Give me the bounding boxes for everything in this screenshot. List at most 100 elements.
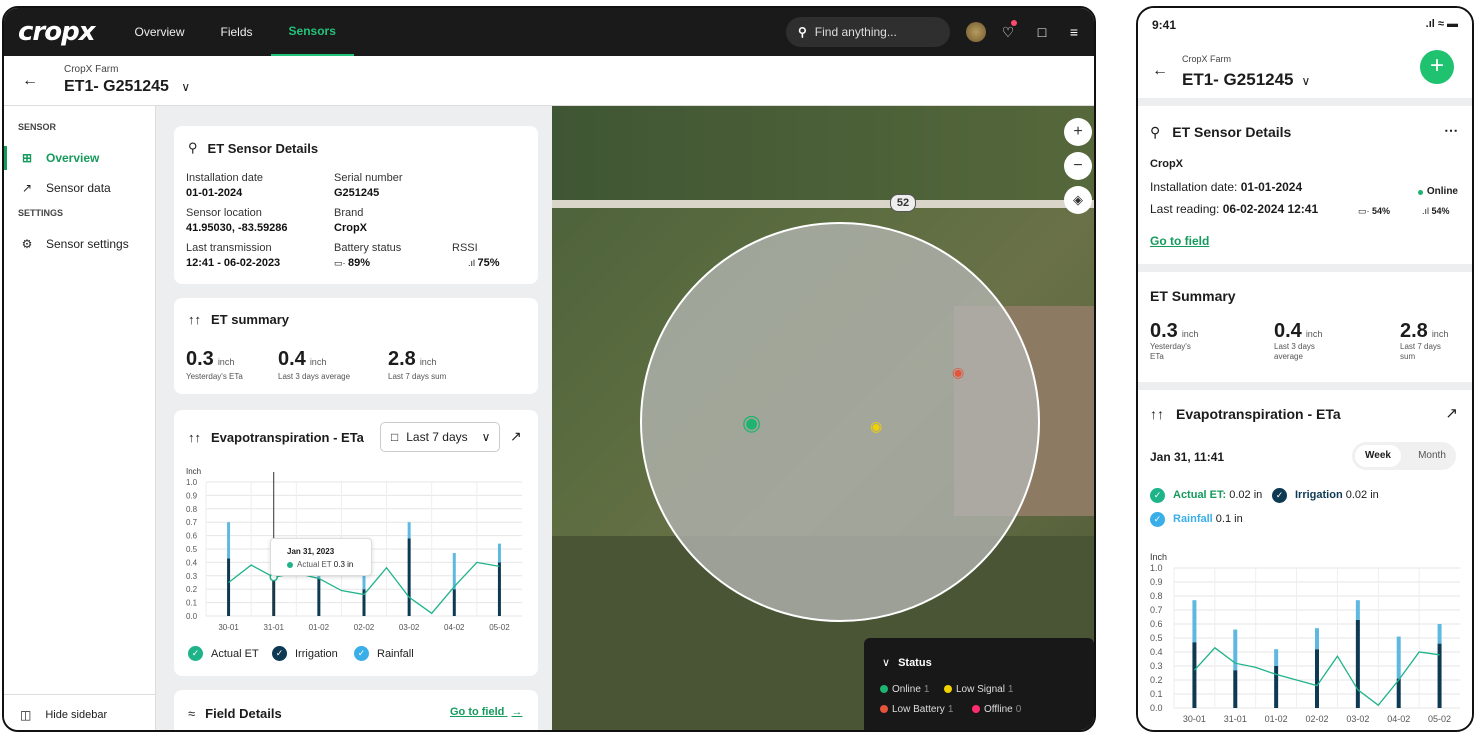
more-options-icon[interactable]: ⋯ [1444,122,1458,139]
range-dropdown[interactable]: □ Last 7 days ∨ [380,422,500,452]
status-online: Online 1 [880,684,929,695]
notification-dot [1011,20,1017,26]
month-button[interactable]: Month [1412,445,1452,467]
go-to-field-link[interactable]: Go to field [1150,234,1209,248]
status-count: 1 [1007,684,1014,695]
legend-label: Irrigation [1295,489,1343,501]
breadcrumb-farm[interactable]: CropX Farm [64,64,118,75]
menu-icon[interactable]: ≡ [1064,22,1084,42]
legend-rainfall[interactable]: ✓ Rainfall [340,646,414,661]
et-sensor-details-card: ⚲ ET Sensor Details Installation date 01-… [174,126,538,284]
nav-sensors[interactable]: Sensors [270,8,354,56]
battery-value: 89% [348,257,371,269]
arrow-right-icon: → [511,706,523,718]
legend-actual-et[interactable]: ✓ Actual ET [174,646,259,661]
sidebar-item-label: Overview [46,151,100,165]
week-button[interactable]: Week [1355,445,1401,467]
external-link-icon[interactable]: ↗ [510,428,522,445]
irrigation-bar [317,578,321,616]
actual-et-legend[interactable]: ✓ Actual ET: 0.02 in [1150,488,1262,503]
y-tick-label: 0.0 [1150,703,1163,713]
x-tick-label: 31-01 [1224,714,1247,724]
irrigation-bar [407,538,411,616]
sidebar-item-overview[interactable]: ⊞ Overview [4,146,156,170]
go-to-field-link[interactable]: Go to field → [450,706,522,718]
legend-irrigation[interactable]: ✓ Irrigation [258,646,338,661]
card-title-text: Evapotranspiration - ETa [211,430,364,445]
status-count: 1 [923,684,930,695]
y-tick-label: 0.2 [1150,675,1163,685]
cropx-logo[interactable]: cropx [18,17,95,47]
hide-sidebar-button[interactable]: ◫ Hide sidebar [4,694,156,730]
zoom-in-button[interactable]: + [1064,118,1092,146]
location-label: Sensor location [186,207,262,219]
notification-bell-icon[interactable]: ♡ [998,20,1018,42]
status-low-battery: Low Battery 1 [880,704,953,715]
summary-caption: Last 7 days sum [388,372,447,381]
nav-fields[interactable]: Fields [203,8,271,56]
page-header: ← CropX Farm ET1- G251245 ∨ [4,56,1094,106]
sidebar-item-sensor-data[interactable]: ↗ Sensor data [4,176,156,200]
status-title: Status [898,657,932,669]
status-legend: ∨ Status Online 1 Low Signal 1 Low Battery 1… [864,638,1094,730]
back-arrow-icon[interactable]: ← [22,72,38,90]
installation-value: 01-01-2024 [1240,180,1303,194]
sensor-title: ET1- G251245 [1182,70,1294,89]
hide-sidebar-label: Hide sidebar [45,708,108,721]
back-arrow-icon[interactable]: ← [1152,62,1168,80]
nav-overview[interactable]: Overview [116,8,202,56]
check-icon: ✓ [272,646,287,661]
et-summary-card: ↑↑ ET summary 0.3 inch Yesterday's ETa 0.4… [174,298,538,394]
irrigation-bar [1315,649,1319,708]
status-dot [944,685,952,693]
sensor-selector[interactable]: ET1- G251245 ∨ [64,78,190,96]
sensor-selector[interactable]: ET1- G251245 ∨ [1182,70,1310,90]
zoom-out-button[interactable]: − [1064,152,1092,180]
pivot-field-circle[interactable] [640,222,1040,622]
x-tick-label: 01-02 [309,623,330,632]
rainfall-legend[interactable]: ✓ Rainfall 0.1 in [1150,512,1243,527]
caption-line: Last 7 days [1400,342,1441,351]
search-placeholder: Find anything... [814,25,897,39]
sensor-marker-low-signal[interactable]: ◉ [870,418,882,435]
chart-tooltip: Jan 31, 2023 Actual ET 0.3 in [270,538,372,576]
caption-line: Yesterday's [1150,342,1191,351]
irrigation-legend[interactable]: ✓ Irrigation 0.02 in [1272,488,1379,503]
status-header[interactable]: ∨ Status [882,656,932,669]
rainfall-bar [1274,649,1279,666]
status-dot [880,705,888,713]
legend-label: Rainfall [377,647,414,660]
transmission-label: Last transmission [186,242,272,254]
card-title: ≈ Field Details [188,706,282,721]
summary-unit: inch [309,357,327,367]
sensor-marker-online[interactable]: ◉ [742,412,762,436]
calendar-icon[interactable]: □ [1032,22,1052,42]
summary-unit: inch [1431,329,1449,339]
satellite-map[interactable]: 52 ◉ ◉ ◉ + − ◈ ∨ Status Online 1 Low Signa… [552,106,1094,730]
card-title-text: ET summary [211,312,290,327]
add-button[interactable]: + [1420,50,1454,84]
sensor-marker-low-battery[interactable]: ◉ [952,364,964,381]
search-input[interactable]: ⚲ Find anything... [786,17,950,47]
rainfall-bar [497,543,501,563]
signal-icon: .ıl [1422,206,1432,216]
card-title: ↑↑ ET summary [188,312,289,327]
caption-line: sum [1400,352,1416,361]
reading-row: Last reading: 06-02-2024 12:41 [1150,202,1318,216]
sidebar-item-sensor-settings[interactable]: ⚙ Sensor settings [4,232,156,256]
check-icon: ✓ [1150,488,1165,503]
external-link-icon[interactable]: ↗ [1445,404,1458,422]
y-tick-label: 0.8 [186,505,198,514]
mobile-header: 9:41 .ıl ≈ ▬ ← CropX Farm ET1- G251245 ∨ … [1138,8,1472,98]
mobile-summary-card: ET Summary 0.3 inch Yesterday's ETa 0.4 inc… [1138,272,1472,382]
x-tick-label: 30-01 [218,623,239,632]
serial-label: Serial number [334,172,403,184]
irrigation-bar [1192,642,1197,708]
avatar[interactable] [966,22,986,42]
legend-value: 0.02 in [1229,489,1263,501]
summary-value: 0.4 [278,348,306,370]
layers-icon[interactable]: ◈ [1064,186,1092,214]
card-title: ↑↑ Evapotranspiration - ETa [188,430,364,445]
legend-label: Irrigation [295,647,338,660]
summary-7day: 2.8 inch [1400,320,1448,343]
